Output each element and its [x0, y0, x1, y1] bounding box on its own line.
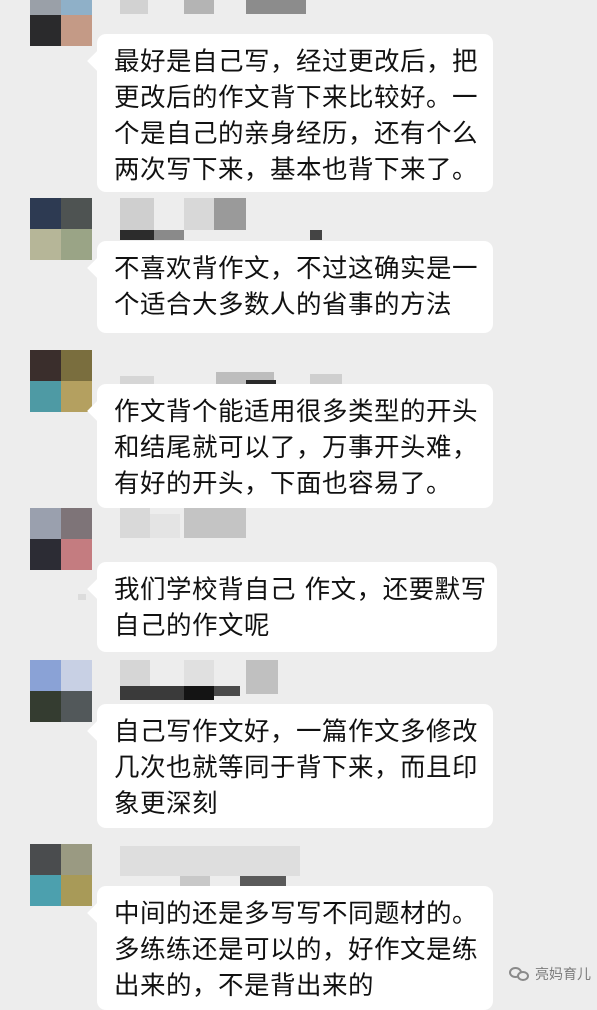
avatar[interactable] — [30, 508, 92, 570]
message-bubble[interactable]: 不喜欢背作文，不过这确实是一 个适合大多数人的省事的方法 — [97, 241, 493, 333]
watermark: 亮妈育儿 — [509, 964, 591, 984]
message-bubble[interactable]: 我们学校背自己 作文，还要默写 自己的作文呢 — [97, 562, 497, 652]
stray-pixel — [78, 594, 86, 600]
message-line: 中间的还是多写写不同题材的。 — [114, 899, 479, 929]
message-line: 最好是自己写，经过更改后，把 — [114, 47, 479, 77]
message-line: 出来的，不是背出来的 — [114, 971, 375, 1001]
avatar[interactable] — [30, 844, 92, 906]
avatar[interactable] — [30, 198, 92, 260]
avatar[interactable] — [30, 660, 92, 722]
message-bubble[interactable]: 最好是自己写，经过更改后，把 更改后的作文背下来比较好。一 个是自己的亲身经历，… — [97, 34, 493, 192]
message-line: 多练练还是可以的，好作文是练 — [114, 935, 479, 965]
message-line: 不喜欢背作文，不过这确实是一 — [114, 254, 479, 284]
avatar[interactable] — [30, 0, 92, 46]
message-line: 自己的作文呢 — [114, 611, 271, 641]
message-line: 个适合大多数人的省事的方法 — [114, 290, 453, 320]
message-line: 作文背个能适用很多类型的开头 — [114, 397, 479, 427]
message-line: 几次也就等同于背下来，而且印 — [114, 753, 479, 783]
message-line: 我们学校背自己 作文，还要默写 — [114, 575, 487, 605]
avatar[interactable] — [30, 350, 92, 412]
wechat-icon — [509, 965, 529, 983]
message-bubble[interactable]: 作文背个能适用很多类型的开头 和结尾就可以了，万事开头难， 有好的开头，下面也容… — [97, 384, 493, 508]
message-bubble[interactable]: 中间的还是多写写不同题材的。 多练练还是可以的，好作文是练 出来的，不是背出来的 — [97, 886, 493, 1010]
message-line: 和结尾就可以了，万事开头难， — [114, 433, 479, 463]
message-line: 更改后的作文背下来比较好。一 — [114, 83, 479, 113]
message-line: 象更深刻 — [114, 789, 219, 819]
message-line: 个是自己的亲身经历，还有个么 — [114, 119, 479, 149]
message-bubble[interactable]: 自己写作文好，一篇作文多修改 几次也就等同于背下来，而且印 象更深刻 — [97, 704, 493, 828]
message-line: 两次写下来，基本也背下来了。 — [114, 155, 479, 185]
message-line: 自己写作文好，一篇作文多修改 — [114, 717, 479, 747]
message-line: 有好的开头，下面也容易了。 — [114, 469, 453, 499]
watermark-text: 亮妈育儿 — [535, 967, 591, 983]
